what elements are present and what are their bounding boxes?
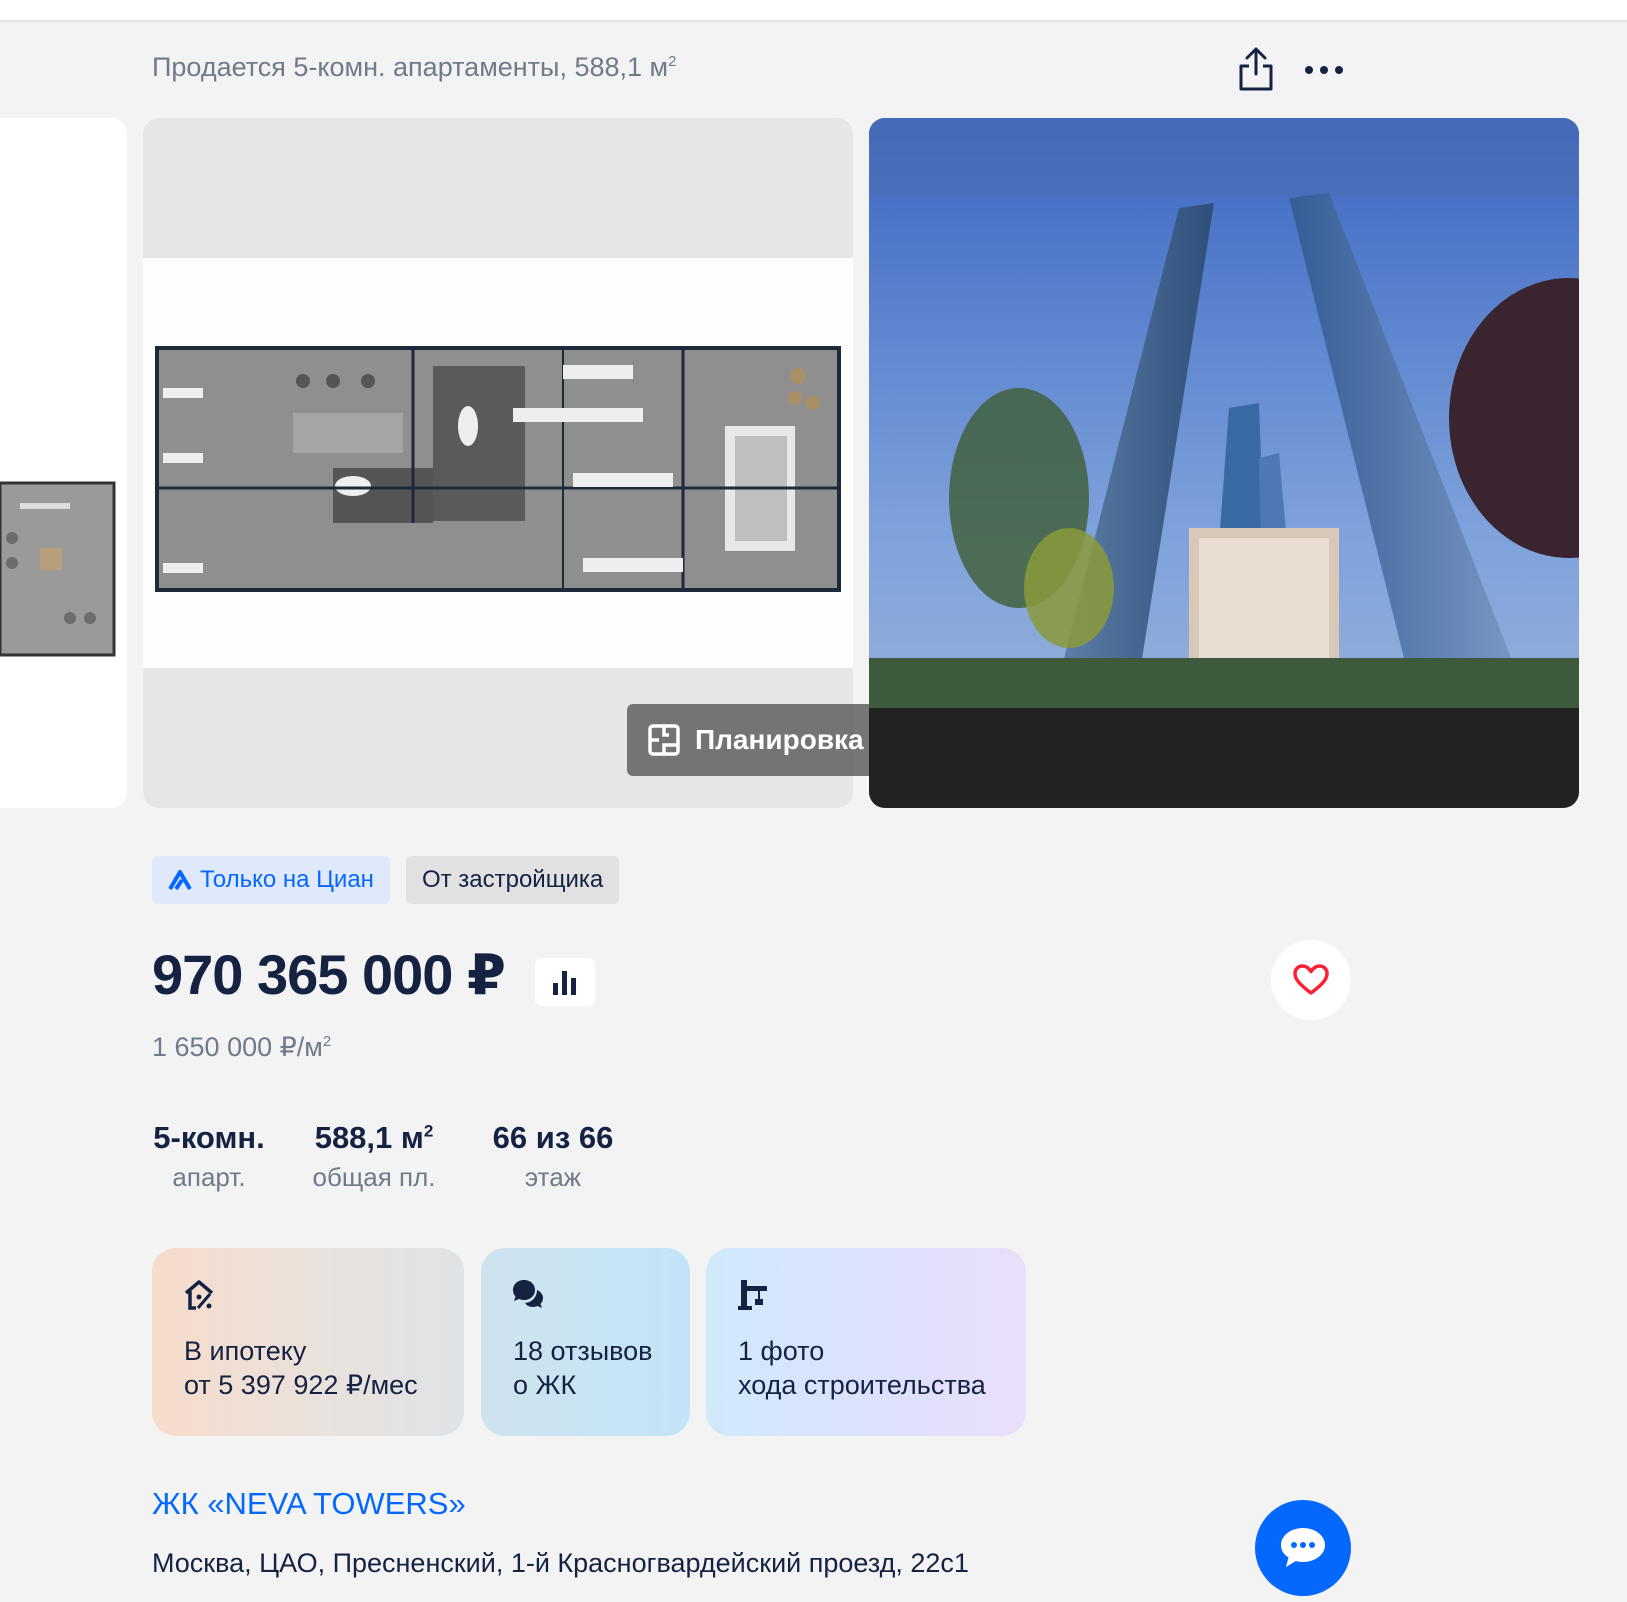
gallery-photo-building[interactable] bbox=[869, 118, 1579, 808]
crane-icon bbox=[738, 1280, 767, 1310]
feature-floor: 66 из 66 этаж bbox=[492, 1120, 614, 1192]
share-button[interactable] bbox=[1232, 44, 1280, 94]
chat-bubble-icon bbox=[1281, 1528, 1325, 1567]
more-dots-icon bbox=[1305, 66, 1343, 74]
cian-only-badge: Только на Циан bbox=[152, 856, 390, 904]
floor-plan-thumbnail bbox=[0, 118, 127, 808]
top-bar bbox=[0, 0, 1627, 22]
developer-badge: От застройщика bbox=[405, 856, 620, 904]
price-per-meter: 1 650 000 ₽/м2 bbox=[152, 1032, 332, 1062]
cian-logo-icon bbox=[168, 870, 192, 891]
feature-area: 588,1 м2 общая пл. bbox=[312, 1120, 436, 1192]
price-history-button[interactable] bbox=[535, 958, 595, 1006]
gallery-photo-prev[interactable] bbox=[0, 118, 127, 808]
favorite-button[interactable] bbox=[1271, 940, 1351, 1020]
floor-plan-icon bbox=[648, 724, 680, 756]
reviews-card[interactable]: 18 отзывов о ЖК bbox=[481, 1248, 690, 1436]
floor-plan-image bbox=[143, 258, 853, 668]
building-photo bbox=[869, 118, 1579, 808]
price-total: 970 365 000 ₽ bbox=[152, 943, 506, 1006]
heart-icon bbox=[1293, 964, 1329, 995]
feature-rooms: 5-комн. апарт. bbox=[153, 1120, 265, 1192]
house-percent-icon bbox=[184, 1280, 214, 1310]
residential-complex-link[interactable]: ЖК «NEVA TOWERS» bbox=[152, 1486, 466, 1522]
bar-chart-icon bbox=[553, 971, 576, 995]
floor-plan-button[interactable]: Планировка bbox=[627, 704, 874, 776]
address: Москва, ЦАО, Пресненский, 1-й Красногвар… bbox=[152, 1548, 969, 1578]
construction-progress-card[interactable]: 1 фото хода строительства bbox=[706, 1248, 1026, 1436]
mortgage-card[interactable]: В ипотеку от 5 397 922 ₽/мес bbox=[152, 1248, 464, 1436]
more-options-button[interactable] bbox=[1300, 50, 1348, 90]
chat-bubbles-icon bbox=[513, 1280, 543, 1308]
share-icon bbox=[1239, 47, 1273, 91]
chat-button[interactable] bbox=[1255, 1500, 1351, 1596]
page-title: Продается 5-комн. апартаменты, 588,1 м2 bbox=[152, 52, 677, 82]
